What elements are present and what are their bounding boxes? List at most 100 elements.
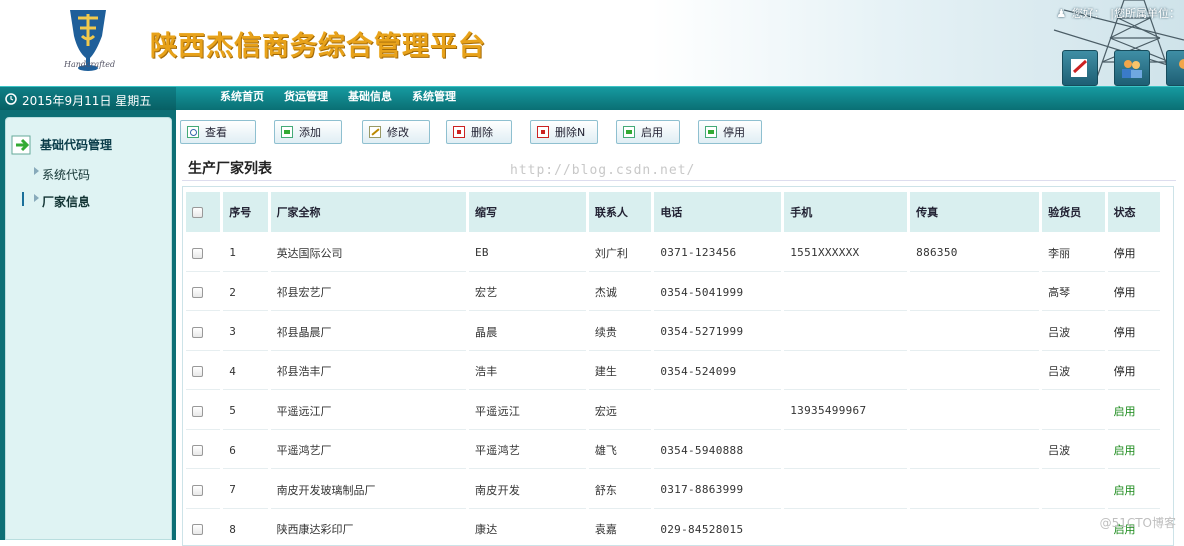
table-row[interactable]: 7南皮开发玻璃制品厂南皮开发舒东0317-8863999启用 [186,472,1160,509]
table-cell: 宏艺 [469,275,586,312]
table-cell [910,472,1039,509]
arrow-right-icon [34,167,39,175]
column-header[interactable]: 传真 [910,192,1039,232]
sidebar-item-factory-info[interactable]: 厂家信息 [6,190,173,210]
row-checkbox[interactable] [192,406,203,417]
table-cell: 8 [223,512,267,546]
row-select-cell [186,275,220,312]
row-checkbox[interactable] [192,287,203,298]
column-header[interactable]: 缩写 [469,192,586,232]
table-cell: 平遥鸿艺厂 [271,433,466,470]
disable-button[interactable]: 停用 [698,120,762,144]
table-cell: 吕波 [1042,314,1104,351]
table-cell: 祁县晶晨厂 [271,314,466,351]
column-header[interactable]: 电话 [654,192,781,232]
table-cell: 0371-123456 [654,235,781,272]
table-cell [784,512,907,546]
column-header[interactable]: 序号 [223,192,267,232]
menu-home[interactable]: 系统首页 [220,88,264,104]
user-button[interactable] [1166,50,1184,86]
row-checkbox[interactable] [192,485,203,496]
table-cell [910,393,1039,430]
row-select-cell [186,354,220,391]
table-cell: 李丽 [1042,235,1104,272]
table-cell: 祁县浩丰厂 [271,354,466,391]
row-select-cell [186,314,220,351]
list-title: 生产厂家列表 [188,158,272,178]
main-menu: 系统首页 货运管理 基础信息 系统管理 [220,88,476,104]
table-row[interactable]: 5平遥远江厂平遥远江宏远13935499967启用 [186,393,1160,430]
table-cell: 4 [223,354,267,391]
table-header-row: 序号 厂家全称 缩写 联系人 电话 手机 传真 验货员 状态 [186,192,1160,232]
column-header[interactable]: 厂家全称 [271,192,466,232]
unit-label: |您所属单位： [1110,7,1180,20]
sidebar-item-system-code[interactable]: 系统代码 [6,163,173,183]
edit-button[interactable]: 修改 [362,120,430,144]
table-cell: 刘广利 [589,235,651,272]
table-cell: 启用 [1108,512,1160,546]
current-date: 2015年9月11日 星期五 [22,92,151,109]
menu-system[interactable]: 系统管理 [412,88,456,104]
table-cell: 0354-5271999 [654,314,781,351]
divider [182,180,1176,181]
table-cell [784,314,907,351]
row-checkbox[interactable] [192,366,203,377]
enable-button[interactable]: 启用 [616,120,680,144]
delete-multiple-icon [537,126,549,138]
table-cell [654,393,781,430]
table-cell: 2 [223,275,267,312]
factory-table-container[interactable]: 序号 厂家全称 缩写 联系人 电话 手机 传真 验货员 状态 1英达国际公司EB… [182,186,1174,546]
enable-icon [623,126,635,138]
table-cell: 南皮开发玻璃制品厂 [271,472,466,509]
disable-icon [705,126,717,138]
table-cell: 平遥鸿艺 [469,433,586,470]
table-body: 1英达国际公司EB刘广利0371-1234561551XXXXXX886350李… [186,235,1160,546]
table-cell: 吕波 [1042,354,1104,391]
users-button[interactable] [1114,50,1150,86]
table-cell: 029-84528015 [654,512,781,546]
column-header[interactable]: 状态 [1108,192,1160,232]
view-icon [187,126,199,138]
active-marker [22,192,24,206]
table-cell: 康达 [469,512,586,546]
table-row[interactable]: 2祁县宏艺厂宏艺杰诚0354-5041999高琴停用 [186,275,1160,312]
user-greeting: ♟ 您好： |您所属单位： [1054,5,1180,21]
table-row[interactable]: 8陕西康达彩印厂康达袁嘉029-84528015启用 [186,512,1160,546]
column-header[interactable]: 手机 [784,192,907,232]
delete-multiple-button[interactable]: 删除N [530,120,598,144]
menu-basic-info[interactable]: 基础信息 [348,88,392,104]
sidebar-group-basic-code[interactable]: 基础代码管理 [6,130,173,156]
view-button[interactable]: 查看 [180,120,256,144]
table-cell [784,354,907,391]
select-all-header [186,192,220,232]
table-cell: 6 [223,433,267,470]
row-checkbox[interactable] [192,327,203,338]
table-row[interactable]: 3祁县晶晨厂晶晨续贵0354-5271999吕波停用 [186,314,1160,351]
row-checkbox[interactable] [192,524,203,535]
table-cell: EB [469,235,586,272]
column-header[interactable]: 联系人 [589,192,651,232]
edit-document-button[interactable] [1062,50,1098,86]
column-header[interactable]: 验货员 [1042,192,1104,232]
table-cell [910,354,1039,391]
select-all-checkbox[interactable] [192,207,203,218]
sidebar-item-label: 系统代码 [42,166,90,183]
add-button[interactable]: 添加 [274,120,342,144]
table-row[interactable]: 6平遥鸿艺厂平遥鸿艺雄飞0354-5940888吕波启用 [186,433,1160,470]
table-cell [910,433,1039,470]
row-checkbox[interactable] [192,248,203,259]
table-cell: 杰诚 [589,275,651,312]
row-select-cell [186,512,220,546]
table-cell: 13935499967 [784,393,907,430]
table-cell: 陕西康达彩印厂 [271,512,466,546]
row-checkbox[interactable] [192,445,203,456]
table-row[interactable]: 4祁县浩丰厂浩丰建生0354-524099吕波停用 [186,354,1160,391]
table-cell [1042,393,1104,430]
factory-table: 序号 厂家全称 缩写 联系人 电话 手机 传真 验货员 状态 1英达国际公司EB… [183,189,1163,546]
menu-freight[interactable]: 货运管理 [284,88,328,104]
table-cell: 平遥远江厂 [271,393,466,430]
table-row[interactable]: 1英达国际公司EB刘广利0371-1234561551XXXXXX886350李… [186,235,1160,272]
delete-button[interactable]: 删除 [446,120,512,144]
table-cell: 舒东 [589,472,651,509]
table-cell: 停用 [1108,354,1160,391]
